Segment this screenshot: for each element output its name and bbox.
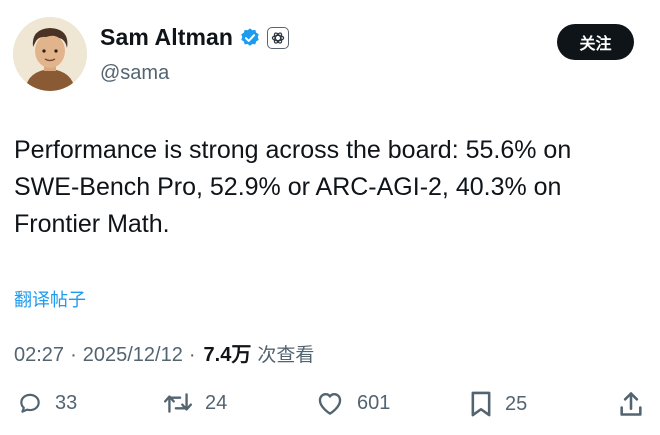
meta-separator: ·	[188, 344, 196, 366]
repost-icon	[163, 390, 193, 416]
like-count: 601	[357, 391, 391, 414]
translate-post-link[interactable]: 翻译帖子	[14, 286, 86, 312]
tweet-line: SWE-Bench Pro, 52.9% or ARC-AGI-2, 40.3%…	[14, 173, 562, 201]
tweet-meta: 02:27 · 2025/12/12 · 7.4万 次查看	[14, 338, 314, 367]
author-name[interactable]: Sam Altman	[100, 24, 233, 51]
views-count: 7.4万	[203, 344, 252, 366]
tweet-date[interactable]: 2025/12/12	[83, 344, 183, 367]
share-icon	[619, 390, 643, 418]
tweet-line: Frontier Math.	[14, 210, 170, 238]
tweet-text: Performance is strong across the board: …	[14, 132, 644, 243]
bookmark-button[interactable]: 25	[469, 390, 527, 418]
tweet-time[interactable]: 02:27	[14, 344, 64, 367]
avatar-illustration	[13, 17, 87, 91]
author-row: Sam Altman	[100, 24, 290, 51]
openai-logo-icon[interactable]	[267, 26, 290, 49]
author-handle[interactable]: @sama	[100, 62, 169, 85]
heart-icon	[315, 390, 345, 416]
repost-count: 24	[205, 391, 228, 414]
verified-check-icon	[239, 27, 261, 49]
bookmark-count: 25	[505, 392, 528, 415]
share-button[interactable]	[619, 390, 643, 418]
follow-button[interactable]: 关注	[557, 24, 634, 60]
tweet-line: Performance is strong across the board: …	[14, 136, 572, 164]
meta-separator: ·	[70, 344, 77, 366]
avatar[interactable]	[13, 17, 87, 91]
bookmark-icon	[469, 390, 493, 418]
views-label: 次查看	[257, 344, 315, 366]
reply-count: 33	[55, 391, 78, 414]
like-button[interactable]: 601	[315, 390, 390, 416]
repost-button[interactable]: 24	[163, 390, 227, 416]
reply-button[interactable]: 33	[17, 390, 77, 416]
reply-icon	[17, 390, 43, 416]
